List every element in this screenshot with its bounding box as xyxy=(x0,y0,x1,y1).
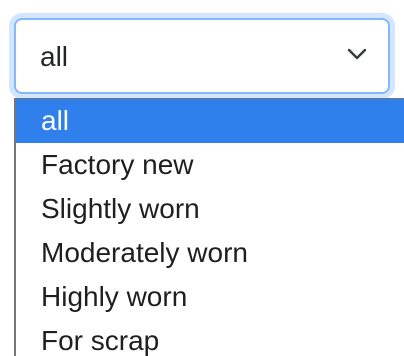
option-slightly-worn[interactable]: Slightly worn xyxy=(16,187,404,231)
chevron-down-icon xyxy=(347,48,367,60)
condition-dropdown-list: all Factory new Slightly worn Moderately… xyxy=(14,98,404,356)
option-all[interactable]: all xyxy=(16,99,404,143)
condition-select[interactable]: all xyxy=(14,18,390,94)
option-factory-new[interactable]: Factory new xyxy=(16,143,404,187)
option-highly-worn[interactable]: Highly worn xyxy=(16,275,404,319)
selected-condition-value: all xyxy=(40,41,69,72)
option-moderately-worn[interactable]: Moderately worn xyxy=(16,231,404,275)
condition-select-screen: all all Factory new Slightly worn Modera… xyxy=(0,0,404,356)
option-for-scrap[interactable]: For scrap xyxy=(16,319,404,356)
